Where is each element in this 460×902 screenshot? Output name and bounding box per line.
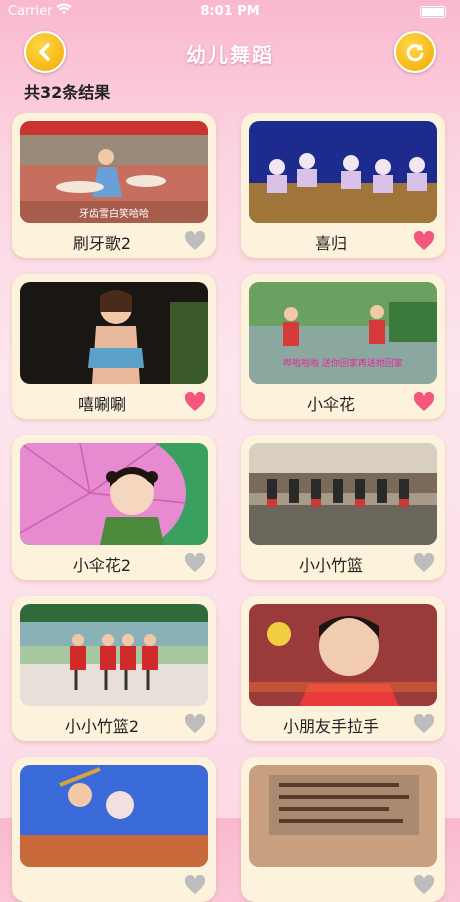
result-count: 共32条结果 [24, 83, 111, 102]
video-title: 小朋友手拉手 [282, 717, 379, 736]
thumbnail-caption: 牙齿雪白笑哈哈 [79, 207, 149, 220]
heart-icon[interactable] [184, 552, 206, 573]
video-title: 小小竹篮2 [64, 717, 140, 736]
video-thumbnail[interactable] [249, 765, 437, 867]
clock: 8:01 PM [200, 4, 260, 19]
thumbnail-caption: 哗啦啦啦 送你回家再送她回家 [283, 357, 403, 369]
video-thumbnail[interactable] [20, 604, 208, 706]
refresh-icon [406, 44, 424, 62]
heart-icon[interactable] [184, 391, 206, 412]
video-thumbnail[interactable]: 牙齿雪白笑哈哈 [20, 121, 208, 223]
video-thumbnail[interactable] [20, 765, 208, 867]
heart-icon[interactable] [413, 713, 435, 734]
video-title: 小小竹篮 [298, 556, 363, 575]
video-card[interactable]: 牙齿雪白笑哈哈刷牙歌2 [12, 113, 216, 258]
video-thumbnail[interactable] [249, 443, 437, 545]
video-card[interactable]: 喜归 [241, 113, 445, 258]
video-card[interactable]: 小小竹篮2 [12, 596, 216, 741]
status-bar: Carrier 8:01 PM [0, 0, 460, 24]
video-thumbnail[interactable] [20, 282, 208, 384]
video-card[interactable] [12, 757, 216, 902]
heart-icon[interactable] [184, 874, 206, 895]
video-title: 刷牙歌2 [72, 234, 132, 253]
battery-icon [420, 6, 446, 18]
heart-icon[interactable] [413, 391, 435, 412]
heart-icon[interactable] [413, 230, 435, 251]
navigation-bar: 幼儿舞蹈 [0, 24, 460, 76]
video-title: 喜归 [314, 234, 347, 253]
video-card[interactable]: 小小竹篮 [241, 435, 445, 580]
video-thumbnail[interactable] [20, 443, 208, 545]
video-card[interactable]: 小朋友手拉手 [241, 596, 445, 741]
video-title: 小伞花 [306, 395, 355, 414]
video-card[interactable]: 小伞花2 [12, 435, 216, 580]
video-title: 嘻唰唰 [77, 395, 126, 414]
heart-icon[interactable] [413, 874, 435, 895]
video-card[interactable] [241, 757, 445, 902]
video-card[interactable]: 嘻唰唰 [12, 274, 216, 419]
video-thumbnail[interactable]: 哗啦啦啦 送你回家再送她回家 [249, 282, 437, 384]
heart-icon[interactable] [413, 552, 435, 573]
video-card[interactable]: 哗啦啦啦 送你回家再送她回家小伞花 [241, 274, 445, 419]
video-thumbnail[interactable] [249, 121, 437, 223]
heart-icon[interactable] [184, 230, 206, 251]
video-thumbnail[interactable] [249, 604, 437, 706]
video-title: 小伞花2 [72, 556, 132, 575]
heart-icon[interactable] [184, 713, 206, 734]
refresh-button[interactable] [394, 31, 436, 73]
page-title: 幼儿舞蹈 [186, 43, 274, 67]
